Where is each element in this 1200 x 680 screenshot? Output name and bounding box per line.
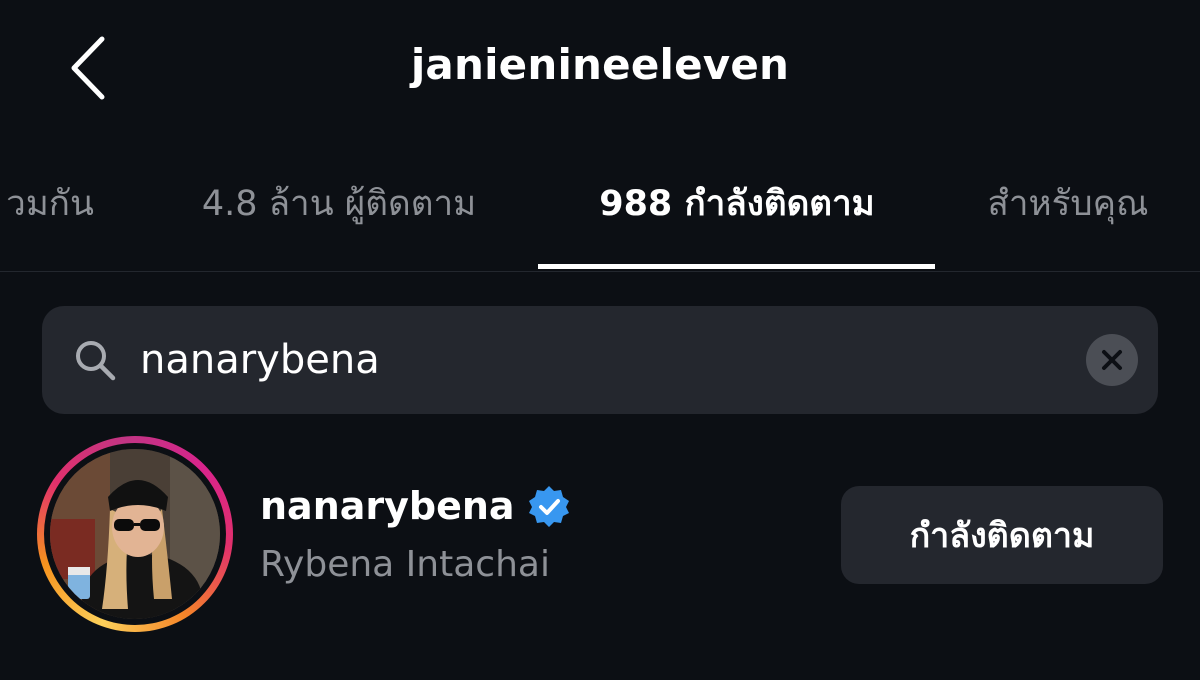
avatar[interactable]	[50, 449, 220, 619]
username: nanarybena	[260, 484, 515, 528]
app-screen: janienineeleven วมกัน 4.8 ล้าน ผู้ติดตาม…	[0, 0, 1200, 680]
header: janienineeleven	[0, 0, 1200, 135]
avatar-photo	[50, 449, 220, 619]
search-icon	[76, 341, 116, 381]
tab-mutual[interactable]: วมกัน	[0, 135, 112, 271]
search-bar	[42, 306, 1158, 414]
tab-for-you[interactable]: สำหรับคุณ	[962, 135, 1174, 271]
tab-following[interactable]: 988 กำลังติดตาม	[552, 135, 922, 271]
full-name: Rybena Intachai	[260, 544, 550, 585]
user-list-item[interactable]: nanarybena Rybena Intachai กำลังติดตาม	[0, 430, 1200, 640]
clear-search-button[interactable]	[1086, 334, 1138, 386]
clear-icon	[1102, 350, 1122, 370]
search-input[interactable]	[140, 324, 1060, 396]
verified-badge-icon	[528, 486, 569, 527]
page-title: janienineeleven	[410, 40, 790, 89]
tab-bar: วมกัน 4.8 ล้าน ผู้ติดตาม 988 กำลังติดตาม…	[0, 135, 1200, 272]
username-line: nanarybena	[260, 484, 571, 528]
tab-followers[interactable]: 4.8 ล้าน ผู้ติดตาม	[164, 135, 514, 271]
active-tab-indicator	[538, 264, 935, 269]
following-button[interactable]: กำลังติดตาม	[841, 486, 1163, 584]
